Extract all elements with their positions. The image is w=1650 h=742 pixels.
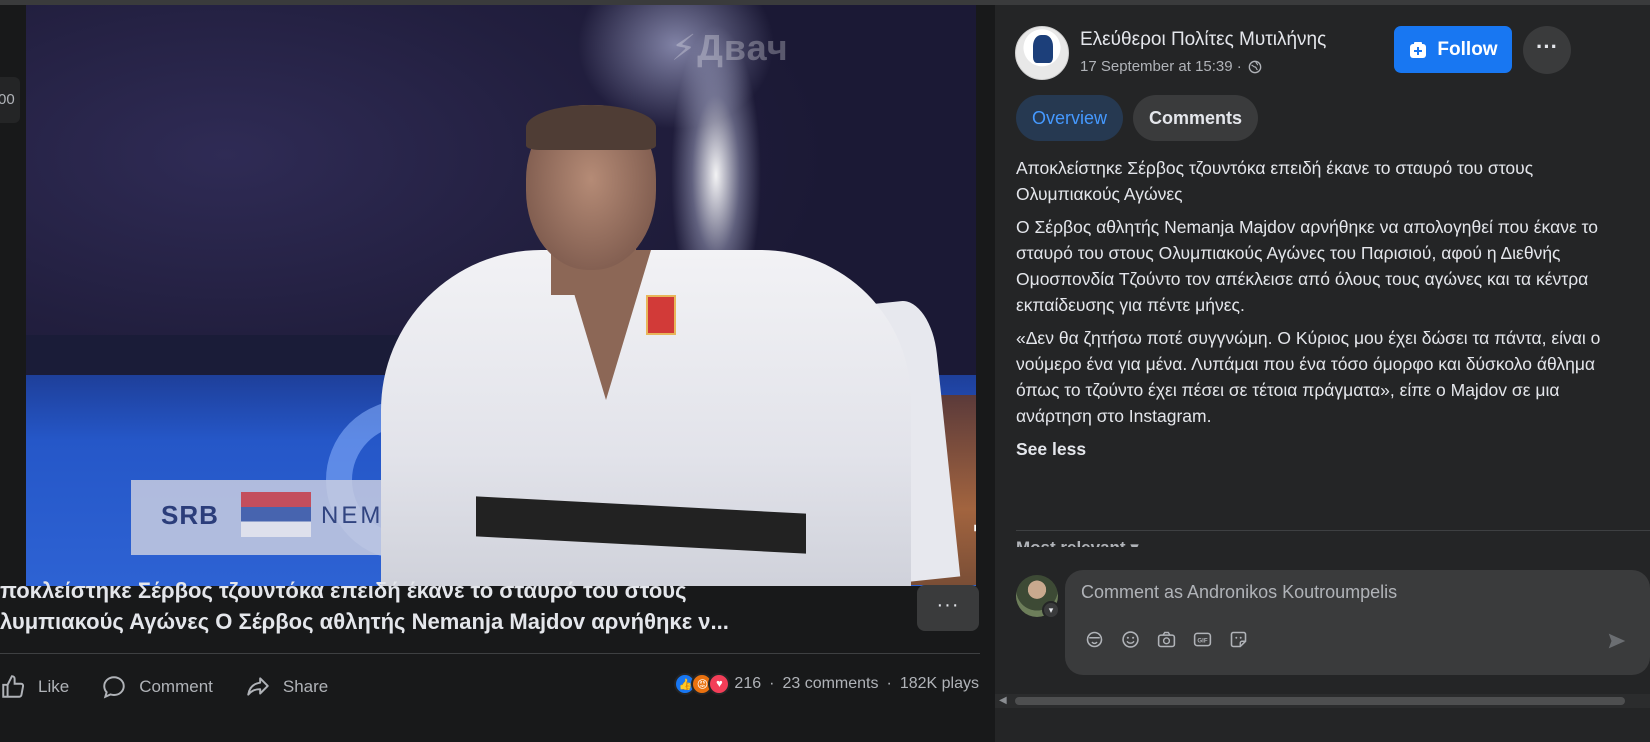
serbia-crest-icon <box>646 295 676 335</box>
scrollbar-thumb[interactable] <box>1015 697 1625 705</box>
post-title-line-1: ποκλείστηκε Σέρβος τζουντόκα επειδή έκαν… <box>0 578 687 603</box>
emoji-icon[interactable] <box>1119 628 1141 650</box>
banner-country: SRB <box>161 500 219 530</box>
page-name[interactable]: Ελεύθεροι Πολίτες Μυτιλήνης <box>1080 29 1326 51</box>
follow-label: Follow <box>1437 38 1498 60</box>
post-actions: Like Comment Share <box>0 670 360 704</box>
sort-comments-dropdown[interactable]: Most relevant ▾ <box>1016 535 1139 547</box>
comment-tools: GIF <box>1083 628 1249 650</box>
video-column: 00 SRB NEMANJA MAJDOV ⚡Двач ποκλείστηκε … <box>0 5 1045 742</box>
follow-icon <box>1410 41 1427 58</box>
globe-icon <box>1248 60 1262 73</box>
thumbs-up-icon <box>2 675 25 698</box>
post-text: Αποκλείστηκε Σέρβος τζουντόκα επειδή έκα… <box>1016 155 1636 462</box>
share-icon <box>247 677 269 696</box>
like-button[interactable]: Like <box>0 674 69 700</box>
comment-count[interactable]: 23 comments <box>782 675 878 693</box>
gif-icon[interactable]: GIF <box>1191 628 1213 650</box>
post-paragraph-2: Ο Σέρβος αθλητής Nemanja Majdov αρνήθηκε… <box>1016 217 1599 315</box>
play-count: 182K plays <box>899 675 979 692</box>
post-paragraph-3: «Δεν θα ζητήσω ποτέ συγγνώμη. Ο Κύριος μ… <box>1016 328 1601 426</box>
page-more-options-button[interactable]: ··· <box>1523 26 1571 74</box>
scroll-left-icon[interactable]: ◀ <box>999 695 1007 706</box>
serbia-flag-icon <box>241 492 311 537</box>
comment-button[interactable]: Comment <box>101 674 213 700</box>
video-more-options-button[interactable]: ··· <box>917 585 979 631</box>
svg-text:GIF: GIF <box>1197 637 1207 644</box>
stats-separator: · <box>769 675 775 692</box>
comment-icon <box>103 676 125 699</box>
video-player[interactable]: SRB NEMANJA MAJDOV ⚡Двач <box>26 5 976 586</box>
see-less-link[interactable]: See less <box>1016 436 1636 462</box>
love-reaction-icon: ♥ <box>708 673 731 695</box>
judoka-hair <box>526 105 656 150</box>
reaction-count[interactable]: 216 <box>734 675 761 693</box>
chevron-down-icon[interactable]: ▾ <box>1042 601 1060 619</box>
follow-button[interactable]: Follow <box>1394 26 1512 73</box>
post-stats: 👍 😡 ♥ 216 · 23 comments · 182K plays <box>674 673 979 695</box>
share-label: Share <box>282 677 329 696</box>
send-icon[interactable] <box>1606 630 1628 652</box>
sticker-icon[interactable] <box>1227 628 1249 650</box>
tab-comments[interactable]: Comments <box>1133 95 1259 141</box>
side-chip[interactable]: 00 <box>0 77 20 123</box>
like-label: Like <box>38 677 70 696</box>
post-details-panel: Ελεύθεροι Πολίτες Μυτιλήνης 17 September… <box>995 5 1650 742</box>
stats-separator: · <box>886 675 892 692</box>
share-button[interactable]: Share <box>245 674 328 700</box>
post-timestamp[interactable]: 17 September at 15:39 · <box>1080 58 1262 75</box>
post-paragraph-1: Αποκλείστηκε Σέρβος τζουντόκα επειδή έκα… <box>1016 158 1534 204</box>
mute-icon[interactable] <box>971 515 976 545</box>
post-title[interactable]: ποκλείστηκε Σέρβος τζουντόκα επειδή έκαν… <box>0 575 900 637</box>
avatar-sticker-icon[interactable] <box>1083 628 1105 650</box>
page-avatar[interactable] <box>1015 26 1069 80</box>
comment-input[interactable] <box>1081 582 1621 603</box>
post-title-line-2: λυμπιακούς Αγώνες Ο Σέρβος αθλητής Neman… <box>0 609 729 634</box>
video-watermark: ⚡Двач <box>671 27 789 68</box>
tab-overview[interactable]: Overview <box>1016 95 1124 141</box>
comment-label: Comment <box>139 677 213 696</box>
camera-icon[interactable] <box>1155 628 1177 650</box>
page-logo-figure <box>1033 35 1053 63</box>
comments-divider <box>1016 530 1650 531</box>
post-time-text: 17 September at 15:39 · <box>1080 58 1242 75</box>
actions-divider <box>0 653 980 654</box>
reaction-icons[interactable]: 👍 😡 ♥ <box>674 673 731 695</box>
horizontal-scrollbar[interactable]: ◀ <box>995 694 1650 708</box>
comment-composer: GIF <box>1065 570 1650 675</box>
post-tabs: Overview Comments <box>1016 95 1259 141</box>
